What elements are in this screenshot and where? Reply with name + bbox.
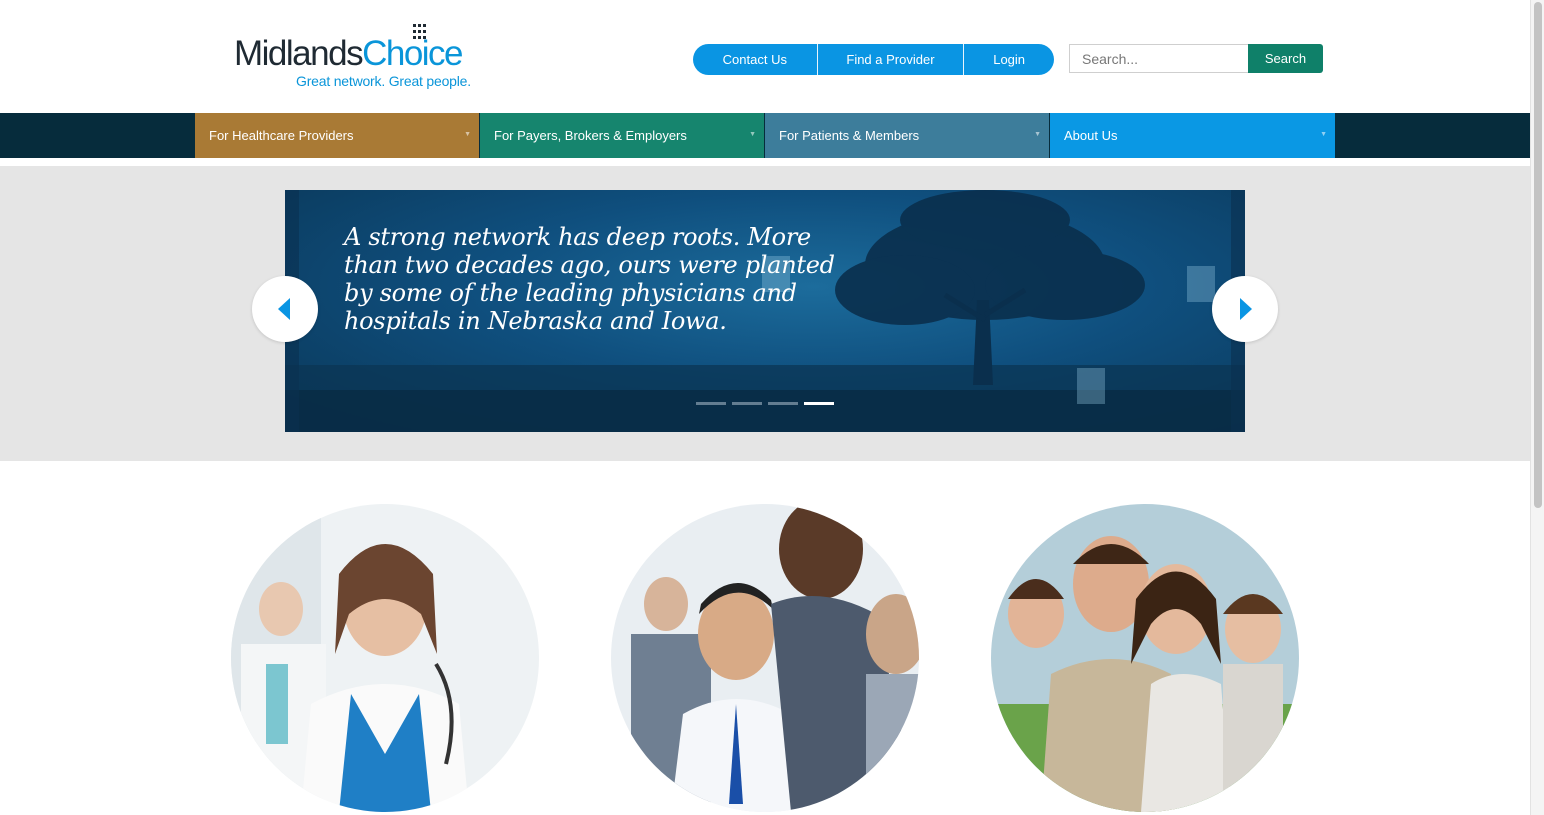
logo-dots-icon [413,24,426,39]
decorative-square [1077,368,1105,404]
nav-item-about-us[interactable]: About Us ▼ [1050,113,1335,158]
chevron-left-icon [278,298,290,320]
nav-item-patients-members[interactable]: For Patients & Members ▼ [765,113,1049,158]
nav-item-label: About Us [1064,128,1118,143]
login-button[interactable]: Login [963,44,1054,75]
nav-item-payers-brokers-employers[interactable]: For Payers, Brokers & Employers ▼ [480,113,764,158]
decorative-square [1187,266,1215,302]
caret-down-icon: ▼ [464,131,471,138]
find-a-provider-button[interactable]: Find a Provider [816,44,964,75]
carousel-dot-3[interactable] [768,402,798,405]
logo-wordmark: MidlandsChoice [234,34,464,74]
payers-brokers-employers-image[interactable] [611,504,919,812]
caret-down-icon: ▼ [1320,131,1327,138]
logo-word-midlands: Midlands [234,34,364,73]
nav-item-label: For Healthcare Providers [209,128,354,143]
contact-us-button[interactable]: Contact Us [693,44,817,75]
patients-members-image[interactable] [991,504,1299,812]
caret-down-icon: ▼ [1034,131,1041,138]
logo[interactable]: MidlandsChoice Great network. Great peop… [234,22,474,94]
nav-item-label: For Patients & Members [779,128,920,143]
carousel-dot-4[interactable] [804,402,834,405]
carousel-prev-button[interactable] [252,276,318,342]
vertical-scrollbar[interactable] [1530,0,1544,815]
carousel-quote: A strong network has deep roots. More th… [344,223,835,335]
chevron-right-icon [1240,298,1252,320]
search-button[interactable]: Search [1248,44,1323,73]
logo-tagline: Great network. Great people. [296,73,471,89]
carousel-next-button[interactable] [1212,276,1278,342]
main-nav: For Healthcare Providers ▼ For Payers, B… [0,113,1531,158]
search-input[interactable] [1069,44,1248,73]
carousel-dot-1[interactable] [696,402,726,405]
nav-item-label: For Payers, Brokers & Employers [494,128,687,143]
nav-item-healthcare-providers[interactable]: For Healthcare Providers ▼ [195,113,479,158]
scrollbar-thumb[interactable] [1534,2,1542,508]
carousel-indicators [696,402,834,405]
healthcare-providers-image[interactable] [231,504,539,812]
header-links: Contact Us Find a Provider Login [693,44,1054,75]
carousel-slide: A strong network has deep roots. More th… [285,190,1245,432]
carousel-dot-2[interactable] [732,402,762,405]
caret-down-icon: ▼ [749,131,756,138]
